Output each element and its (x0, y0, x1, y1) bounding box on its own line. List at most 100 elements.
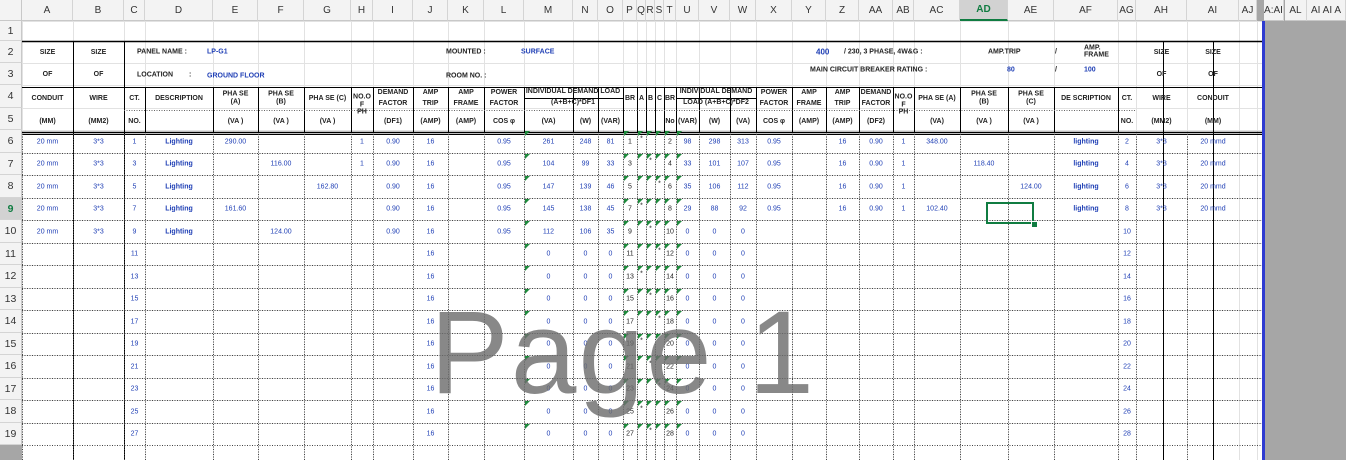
cell-trip[interactable]: 16 (427, 183, 435, 190)
cell-ct[interactable]: 13 (131, 273, 139, 280)
cell-pf2[interactable]: 0.95 (767, 161, 781, 168)
cell-w[interactable]: 0 (584, 318, 588, 325)
cell-w2[interactable]: 0 (713, 408, 717, 415)
cell-pc2[interactable]: 124.00 (1020, 183, 1041, 190)
cell-desc[interactable]: Lighting (165, 161, 193, 168)
column-header-A[interactable]: A (22, 0, 73, 21)
cell-br[interactable]: 11 (626, 251, 633, 258)
cell-br2[interactable]: 28 (666, 431, 674, 438)
column-header-AF[interactable]: AF (1054, 0, 1118, 21)
cell-ct2[interactable]: 24 (1123, 386, 1131, 393)
column-header-N[interactable]: N (573, 0, 598, 21)
cell-br[interactable]: 15 (626, 296, 634, 303)
cell-va[interactable]: 0 (547, 296, 551, 303)
cell-conduit2[interactable]: 20 mmd (1200, 161, 1225, 168)
cell-w[interactable]: 0 (584, 431, 588, 438)
cell-br2[interactable]: 10 (666, 228, 674, 235)
cell-ct[interactable]: 1 (133, 138, 137, 145)
column-header-AE[interactable]: AE (1008, 0, 1054, 21)
cell-va[interactable]: 0 (547, 318, 551, 325)
row-header-6[interactable]: 6 (0, 130, 22, 153)
cell-ct[interactable]: 5 (133, 183, 137, 190)
cell-w[interactable]: 139 (580, 183, 592, 190)
row-header-7[interactable]: 7 (0, 153, 22, 175)
cell-var2[interactable]: 0 (686, 386, 690, 393)
cell-ct2[interactable]: 26 (1123, 408, 1131, 415)
cell-w2[interactable]: 88 (711, 206, 719, 213)
cell-trip2[interactable]: 16 (839, 138, 847, 145)
cell-ct[interactable]: 3 (133, 161, 137, 168)
cell-ct[interactable]: 7 (133, 206, 137, 213)
column-header-M[interactable]: M (524, 0, 573, 21)
cell-conduit2[interactable]: 20 mmd (1200, 206, 1225, 213)
cell-br2[interactable]: 24 (666, 386, 674, 393)
cell-w[interactable]: 0 (584, 386, 588, 393)
cell-w2[interactable]: 106 (709, 183, 721, 190)
column-header-E[interactable]: E (213, 0, 258, 21)
cell-ct2[interactable]: 16 (1123, 296, 1131, 303)
cell-br2[interactable]: 6 (668, 183, 672, 190)
cell-df2[interactable]: 0.90 (869, 161, 883, 168)
cell-w2[interactable]: 0 (713, 251, 717, 258)
cell-var2[interactable]: 29 (684, 206, 692, 213)
cell-br[interactable]: 5 (628, 183, 632, 190)
row-header-17[interactable]: 17 (0, 378, 22, 400)
cell-wire[interactable]: 3*3 (93, 228, 104, 235)
column-header-S[interactable]: S (655, 0, 664, 21)
row-header-10[interactable]: 10 (0, 220, 22, 243)
cell-wire2[interactable]: 3*3 (1156, 161, 1167, 168)
column-header-J[interactable]: J (413, 0, 448, 21)
column-header-AH[interactable]: AH (1136, 0, 1187, 21)
cell-desc2[interactable]: lighting (1073, 161, 1098, 168)
cell-df[interactable]: 0.90 (386, 228, 400, 235)
cell-ct2[interactable]: 20 (1123, 341, 1131, 348)
cell-trip2[interactable]: 16 (839, 206, 847, 213)
row-header-19[interactable]: 19 (0, 423, 22, 445)
cell-w2[interactable]: 0 (713, 363, 717, 370)
cell-va2[interactable]: 112 (737, 183, 748, 190)
cell-var[interactable]: 0 (609, 251, 613, 258)
column-header-G[interactable]: G (304, 0, 351, 21)
cell-w[interactable]: 0 (584, 273, 588, 280)
cell-var2[interactable]: 35 (684, 183, 692, 190)
cell-desc[interactable]: Lighting (165, 138, 193, 145)
cell-var[interactable]: 0 (609, 273, 613, 280)
cell-trip[interactable]: 16 (427, 386, 435, 393)
cell-trip[interactable]: 16 (427, 251, 435, 258)
cell-va[interactable]: 0 (547, 408, 551, 415)
cell-br2[interactable]: 14 (666, 273, 674, 280)
row-header-1[interactable]: 1 (0, 21, 22, 41)
cell-var[interactable]: 45 (607, 206, 615, 213)
cell-br2[interactable]: 8 (668, 206, 672, 213)
cell-br2[interactable]: 16 (666, 296, 674, 303)
row-header-2[interactable]: 2 (0, 41, 22, 63)
cell-va2[interactable]: 0 (741, 296, 745, 303)
cell-var2[interactable]: 0 (686, 273, 690, 280)
cell-pa2[interactable]: 102.40 (926, 206, 947, 213)
cell-trip[interactable]: 16 (427, 138, 435, 145)
cell-wire[interactable]: 3*3 (93, 161, 104, 168)
column-header-Z[interactable]: Z (826, 0, 859, 21)
cell-ct2[interactable]: 8 (1125, 206, 1129, 213)
cell-w2[interactable]: 0 (713, 341, 717, 348)
column-header-al[interactable]: AL (1285, 0, 1307, 21)
cell-var[interactable]: 0 (609, 408, 613, 415)
column-header-AG[interactable]: AG (1118, 0, 1136, 21)
cell-ct2[interactable]: 12 (1123, 251, 1131, 258)
cell-br[interactable]: 9 (628, 228, 632, 235)
cell-desc2[interactable]: lighting (1073, 206, 1098, 213)
cell-conduit[interactable]: 20 mm (37, 228, 58, 235)
cell-trip[interactable]: 16 (427, 318, 435, 325)
cell-var[interactable]: 0 (609, 386, 613, 393)
cell-br2[interactable]: 18 (666, 318, 674, 325)
row-header-8[interactable]: 8 (0, 175, 22, 198)
cell-trip[interactable]: 16 (427, 273, 435, 280)
cell-df2[interactable]: 0.90 (869, 206, 883, 213)
cell-wire2[interactable]: 3*3 (1156, 138, 1167, 145)
cell-br2[interactable]: 2 (668, 138, 672, 145)
cell-nph[interactable]: 1 (360, 161, 364, 168)
column-header-AC[interactable]: AC (914, 0, 960, 21)
cell-va[interactable]: 0 (547, 341, 551, 348)
cell-va[interactable]: 112 (543, 228, 554, 235)
cell-trip2[interactable]: 16 (839, 161, 847, 168)
